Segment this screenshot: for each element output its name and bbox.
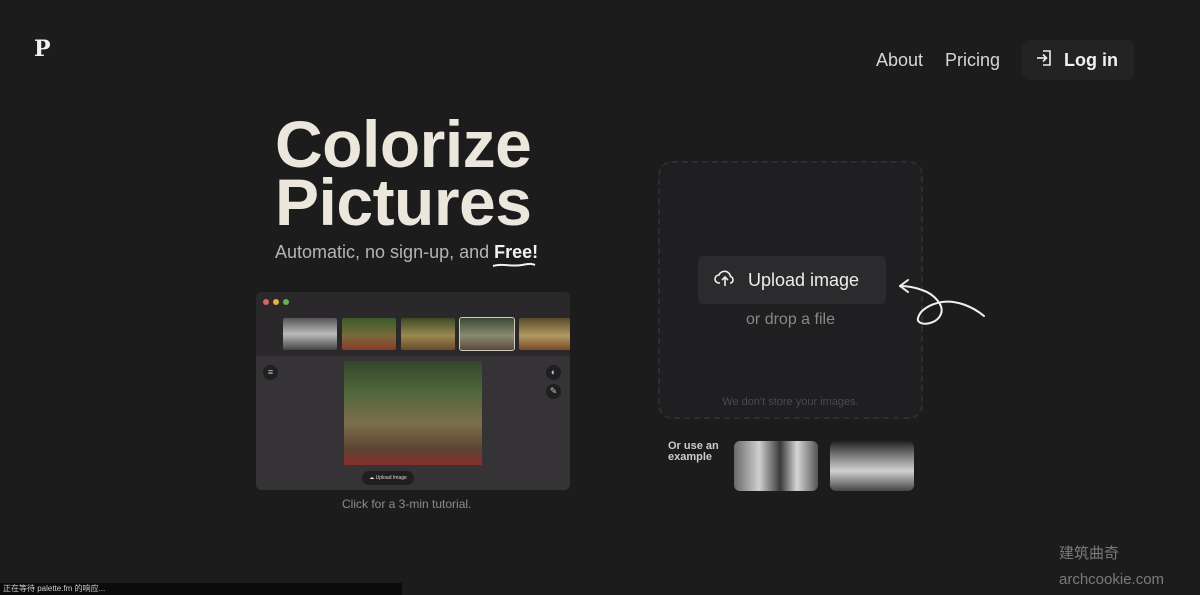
hero-subtitle-free: Free! bbox=[492, 242, 539, 267]
colorized-photo-preview bbox=[344, 361, 482, 465]
palette-thumb bbox=[401, 318, 455, 350]
tutorial-video-preview[interactable]: ≡ ◐ ✎ ☁ Upload Image bbox=[256, 292, 570, 490]
drop-file-text: or drop a file bbox=[746, 311, 835, 328]
close-dot-icon bbox=[263, 299, 269, 305]
tutorial-caption[interactable]: Click for a 3-min tutorial. bbox=[342, 497, 471, 511]
privacy-note: We don't store your images. bbox=[722, 396, 859, 408]
menu-icon: ≡ bbox=[263, 365, 278, 380]
login-icon bbox=[1034, 48, 1054, 73]
cloud-upload-icon bbox=[714, 268, 736, 293]
example-image-2[interactable] bbox=[830, 441, 914, 491]
palette-thumb bbox=[342, 318, 396, 350]
hero-subtitle-text: Automatic, no sign-up, and bbox=[275, 242, 495, 262]
nav-about-link[interactable]: About bbox=[876, 50, 923, 71]
palette-thumbnails bbox=[283, 317, 570, 351]
watermark-line1: 建筑曲奇 bbox=[1059, 545, 1120, 562]
underline-squiggle-icon bbox=[492, 262, 536, 267]
palette-thumb bbox=[283, 318, 337, 350]
mini-upload-label: Upload Image bbox=[375, 475, 407, 481]
hero-title: Colorize Pictures bbox=[275, 111, 532, 235]
login-button[interactable]: Log in bbox=[1022, 40, 1134, 80]
palette-thumb-selected bbox=[459, 317, 515, 351]
browser-status-bar: 正在等待 palette.fm 的响应... bbox=[0, 583, 402, 595]
login-label: Log in bbox=[1064, 49, 1118, 70]
upload-image-button[interactable]: Upload image bbox=[698, 256, 886, 304]
watermark-line2: archcookie.com bbox=[1059, 571, 1165, 588]
examples-label: Or use an example bbox=[668, 441, 719, 463]
hero-subtitle: Automatic, no sign-up, and Free! bbox=[275, 242, 539, 267]
preview-canvas: ≡ ◐ ✎ ☁ Upload Image bbox=[256, 356, 570, 490]
pencil-icon: ✎ bbox=[546, 384, 561, 399]
free-text: Free! bbox=[494, 242, 539, 262]
top-nav: About Pricing Log in bbox=[876, 40, 1134, 80]
hero-title-line2: Pictures bbox=[275, 165, 532, 239]
brand-logo[interactable]: P bbox=[34, 36, 51, 62]
maximize-dot-icon bbox=[283, 299, 289, 305]
palette-icon: ◐ bbox=[546, 365, 561, 380]
example-image-1[interactable] bbox=[734, 441, 818, 491]
upload-image-label: Upload image bbox=[748, 269, 860, 290]
hand-drawn-arrow-icon bbox=[899, 279, 985, 325]
window-controls bbox=[263, 299, 289, 305]
nav-pricing-link[interactable]: Pricing bbox=[945, 50, 1000, 71]
minimize-dot-icon bbox=[273, 299, 279, 305]
preview-toolbar bbox=[256, 292, 570, 356]
palette-thumb bbox=[519, 318, 570, 350]
watermark: 建筑曲奇 archcookie.com bbox=[1059, 541, 1164, 593]
upload-dropzone[interactable]: Upload image or drop a file We don't sto… bbox=[658, 161, 923, 419]
examples-label-line2: example bbox=[668, 451, 713, 463]
mini-upload-button: ☁ Upload Image bbox=[362, 471, 414, 485]
